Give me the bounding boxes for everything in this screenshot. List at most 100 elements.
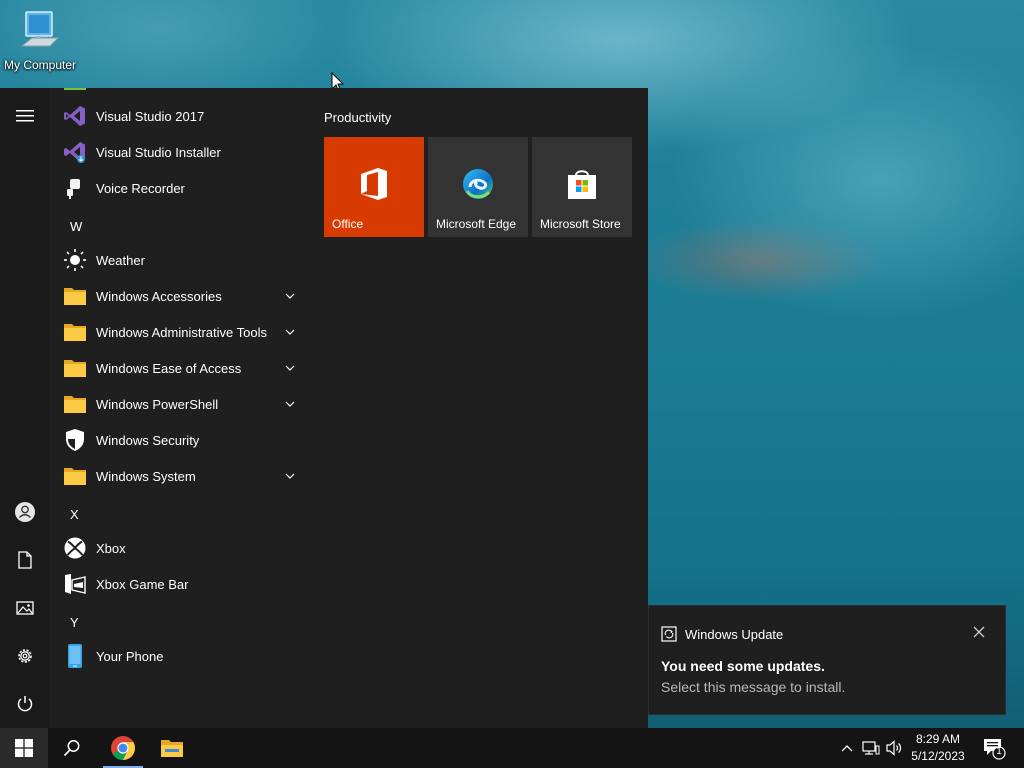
document-icon [18,551,32,569]
tile-label: Office [332,217,364,231]
hamburger-icon [16,110,34,122]
toast-body: Select this message to install. [661,679,846,695]
folder-icon [62,463,88,489]
search-button[interactable] [48,728,96,768]
edge-icon [428,167,528,201]
app-folder-windows-ease-of-access[interactable]: Windows Ease of Access [50,350,308,386]
chevron-down-icon [282,288,298,304]
app-item-label: Voice Recorder [96,180,185,196]
tile-label: Microsoft Store [540,217,621,231]
folder-icon [62,355,88,381]
toast-title: You need some updates. [661,658,825,674]
app-item-label: Windows PowerShell [96,396,219,412]
toast-header: Windows Update [661,626,783,642]
settings-button[interactable] [0,634,50,678]
app-item-label: Windows Accessories [96,288,222,304]
chevron-down-icon [282,324,298,340]
app-item-weather[interactable]: Weather [50,242,308,278]
start-button[interactable] [0,728,48,768]
app-folder-windows-administrative-tools[interactable]: Windows Administrative Tools [50,314,308,350]
shield-icon [62,427,88,453]
taskbar-file-explorer[interactable] [148,728,196,768]
chevron-down-icon [282,396,298,412]
app-item-label: Windows Administrative Tools [96,324,267,340]
app-item-label: Windows System [96,468,196,484]
pictures-icon [16,601,34,615]
chevron-down-icon [282,468,298,484]
app-item-label: Visual Studio Installer [96,144,221,160]
tile-microsoft-store[interactable]: Microsoft Store [532,137,632,237]
store-icon [532,167,632,201]
notification-toast[interactable]: Windows Update You need some updates. Se… [648,605,1006,715]
documents-button[interactable] [0,538,50,582]
office-icon [324,167,424,201]
toast-app-name: Windows Update [685,626,784,642]
app-item-visual-studio-2017[interactable]: Visual Studio 2017 [50,98,308,134]
letter-header-w[interactable]: W [70,219,82,234]
action-center-button[interactable]: 1 [982,736,1006,760]
app-item-visual-studio-installer[interactable]: Visual Studio Installer [50,134,308,170]
toast-close-button[interactable] [971,624,987,640]
close-icon [973,626,985,638]
network-button[interactable] [861,738,881,758]
app-list: Visual Studio 2017 Visual Studio Install… [50,88,310,728]
app-item-voice-recorder[interactable]: Voice Recorder [50,170,308,206]
letter-header-y[interactable]: Y [70,615,79,630]
pictures-button[interactable] [0,586,50,630]
search-icon [63,740,80,757]
network-icon [862,741,880,755]
power-button[interactable] [0,682,50,726]
folder-icon [62,283,88,309]
app-item-xbox[interactable]: Xbox [50,530,308,566]
app-item-label: Xbox Game Bar [96,576,189,592]
tile-microsoft-edge[interactable]: Microsoft Edge [428,137,528,237]
app-item-label: Windows Ease of Access [96,360,242,376]
visual-studio-installer-icon [62,139,88,165]
clock-date: 5/12/2023 [911,749,965,763]
letter-header-x[interactable]: X [70,507,79,522]
taskbar-chrome[interactable] [99,728,147,768]
user-icon [15,502,35,522]
app-item-label: Weather [96,252,145,268]
microphone-icon [62,175,88,201]
start-menu: Visual Studio 2017 Visual Studio Install… [0,88,648,728]
account-button[interactable] [0,490,50,534]
taskbar: 8:29 AM 5/12/2023 1 [0,728,1024,768]
app-folder-windows-accessories[interactable]: Windows Accessories [50,278,308,314]
desktop-icon-label: My Computer [3,58,77,72]
partial-list-item [64,88,86,90]
xbox-icon [62,535,88,561]
windows-update-icon [661,626,677,642]
app-item-xbox-game-bar[interactable]: Xbox Game Bar [50,566,308,602]
tile-group-title[interactable]: Productivity [324,110,391,125]
folder-icon [161,740,183,757]
clock-time: 8:29 AM [915,732,961,746]
clock[interactable]: 8:29 AM 5/12/2023 [906,731,970,765]
app-item-your-phone[interactable]: Your Phone [50,638,308,674]
speaker-icon [886,740,902,756]
app-item-windows-security[interactable]: Windows Security [50,422,308,458]
computer-icon [20,11,60,47]
tile-office[interactable]: Office [324,137,424,237]
app-folder-windows-system[interactable]: Windows System [50,458,308,494]
app-item-label: Visual Studio 2017 [96,108,205,124]
start-rail [0,88,50,728]
desktop-icon-my-computer[interactable]: My Computer [0,8,80,78]
gear-icon [18,649,32,663]
show-hidden-icons-button[interactable] [837,738,857,758]
power-icon [17,696,33,712]
notification-count-badge: 1 [996,746,1002,757]
sun-icon [62,247,88,273]
tile-label: Microsoft Edge [436,217,517,231]
chrome-icon [111,736,135,760]
app-item-label: Xbox [96,540,126,556]
app-item-label: Your Phone [96,648,164,664]
folder-icon [62,391,88,417]
app-folder-windows-powershell[interactable]: Windows PowerShell [50,386,308,422]
folder-icon [62,319,88,345]
expand-menu-button[interactable] [0,94,50,138]
game-bar-icon [62,571,88,597]
volume-button[interactable] [884,738,904,758]
chevron-up-icon [841,745,853,752]
app-item-label: Windows Security [96,432,200,448]
